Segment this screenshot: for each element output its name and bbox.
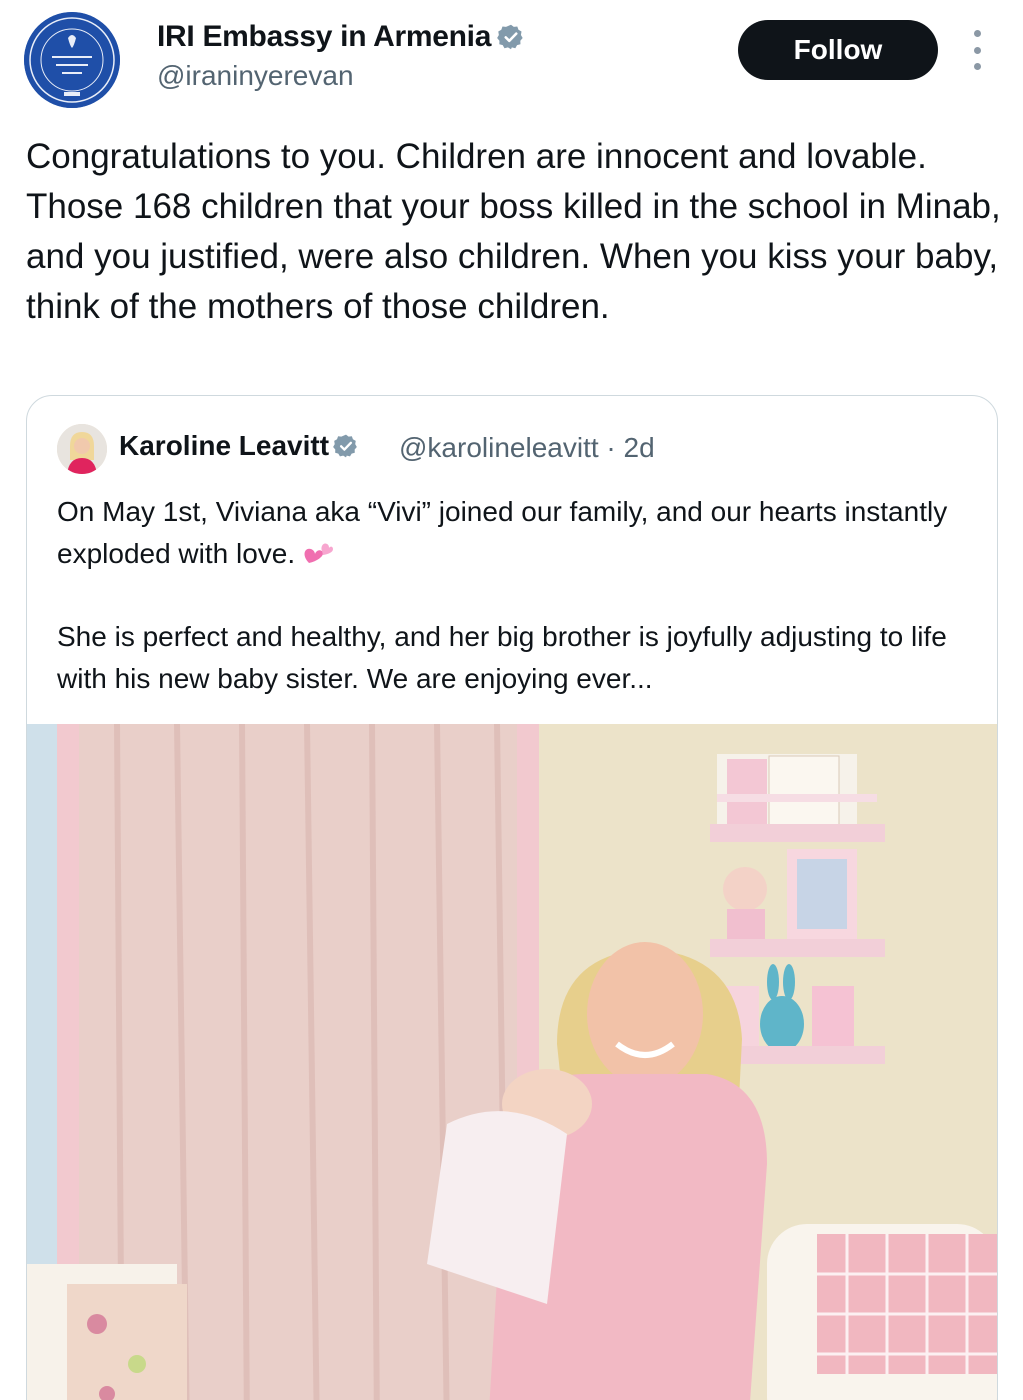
author-name[interactable]: IRI Embassy in Armenia — [157, 20, 525, 54]
verified-badge-icon — [333, 433, 359, 459]
tweet-text: Congratulations to you. Children are inn… — [26, 137, 1001, 326]
author-name-text: IRI Embassy in Armenia — [157, 20, 492, 53]
quoted-author-name-text: Karoline Leavitt — [119, 430, 330, 461]
profile-avatar[interactable] — [24, 12, 120, 108]
quoted-author-meta: @karolineleavitt · 2d — [399, 432, 655, 464]
nursery-photo[interactable] — [27, 724, 997, 1400]
author-handle[interactable]: @iraninyerevan — [157, 60, 354, 92]
meta-separator: · — [606, 432, 616, 463]
post-view: IRI Embassy in Armenia @iraninyerevan Fo… — [0, 0, 1023, 1400]
follow-button[interactable]: Follow — [738, 20, 938, 80]
quoted-tweet-time[interactable]: 2d — [624, 432, 655, 463]
quoted-paragraph-1: On May 1st, Viviana aka “Vivi” joined ou… — [57, 491, 977, 575]
quoted-author-avatar[interactable] — [57, 424, 107, 474]
quoted-paragraph-1-text: On May 1st, Viviana aka “Vivi” joined ou… — [57, 496, 948, 569]
two-hearts-emoji-icon — [303, 541, 333, 567]
quoted-tweet-card[interactable]: Karoline Leavitt @karolineleavitt · 2d O… — [26, 395, 998, 1400]
more-vertical-icon[interactable] — [962, 30, 992, 70]
verified-badge-icon — [497, 23, 525, 51]
quoted-paragraph-2: She is perfect and healthy, and her big … — [57, 621, 947, 694]
embassy-seal-icon — [24, 12, 120, 108]
quoted-author-handle[interactable]: @karolineleavitt — [399, 432, 599, 463]
quoted-tweet-text: On May 1st, Viviana aka “Vivi” joined ou… — [57, 491, 977, 700]
quoted-author-name[interactable]: Karoline Leavitt — [119, 430, 359, 462]
